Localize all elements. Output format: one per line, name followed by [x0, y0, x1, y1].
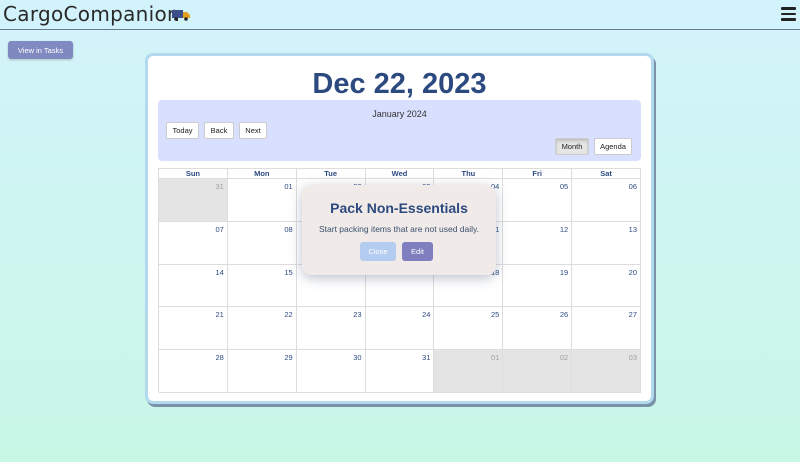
weekday-label: Fri [503, 169, 573, 179]
edit-button[interactable]: Edit [402, 242, 433, 261]
weekday-label: Sat [572, 169, 642, 179]
calendar-day[interactable]: 31 [159, 179, 228, 222]
calendar-toolbar: January 2024 Today Back Next Month Agend… [158, 100, 641, 161]
event-popup: Pack Non-Essentials Start packing items … [302, 185, 496, 275]
calendar-day[interactable]: 27 [572, 307, 642, 351]
calendar-day[interactable]: 01 [227, 179, 297, 222]
selected-date-title: Dec 22, 2023 [312, 68, 487, 100]
calendar-day[interactable]: 25 [434, 307, 504, 351]
view-in-tasks-button[interactable]: View in Tasks [8, 41, 73, 59]
calendar-day[interactable]: 13 [572, 221, 642, 265]
app-header: CargoCompanion [0, 0, 800, 30]
truck-icon [172, 10, 190, 21]
calendar-day[interactable]: 01 [434, 350, 504, 393]
calendar-day[interactable]: 21 [159, 307, 228, 351]
calendar-day[interactable]: 14 [159, 264, 228, 308]
calendar-day[interactable]: 31 [365, 350, 435, 393]
agenda-view-button[interactable]: Agenda [594, 138, 632, 155]
next-button[interactable]: Next [239, 122, 267, 139]
calendar-day[interactable]: 05 [503, 179, 573, 222]
weekday-label: Wed [365, 169, 435, 179]
hamburger-menu-icon[interactable] [781, 7, 796, 21]
weekday-label: Mon [227, 169, 297, 179]
close-button[interactable]: Close [360, 242, 396, 261]
weekday-header: Sun Mon Tue Wed Thu Fri Sat [159, 169, 642, 179]
weekday-label: Tue [296, 169, 366, 179]
calendar-day[interactable]: 30 [296, 350, 366, 393]
today-button[interactable]: Today [166, 122, 199, 139]
weekday-label: Thu [434, 169, 504, 179]
calendar-day[interactable]: 06 [572, 179, 642, 222]
month-view-button[interactable]: Month [555, 138, 589, 155]
app-title: CargoCompanion [3, 2, 181, 26]
calendar-day[interactable]: 02 [503, 350, 573, 393]
calendar-day[interactable]: 28 [159, 350, 228, 393]
calendar-day[interactable]: 03 [572, 350, 642, 393]
event-title: Pack Non-Essentials [330, 200, 468, 216]
calendar-week: 21 22 23 24 25 26 27 [159, 307, 642, 351]
month-label: January 2024 [372, 109, 427, 119]
event-description: Start packing items that are not used da… [318, 224, 479, 234]
calendar-day[interactable]: 26 [503, 307, 573, 351]
calendar-day[interactable]: 22 [227, 307, 297, 351]
calendar-day[interactable]: 12 [503, 221, 573, 265]
back-button[interactable]: Back [204, 122, 234, 139]
calendar-day[interactable]: 15 [227, 264, 297, 308]
calendar-day[interactable]: 23 [296, 307, 366, 351]
calendar-day[interactable]: 24 [365, 307, 435, 351]
calendar-day[interactable]: 29 [227, 350, 297, 393]
calendar-week: 28 29 30 31 01 02 03 [159, 350, 642, 393]
weekday-label: Sun [159, 169, 228, 179]
calendar-day[interactable]: 19 [503, 264, 573, 308]
calendar-day[interactable]: 08 [227, 221, 297, 265]
calendar-day[interactable]: 07 [159, 221, 228, 265]
calendar-day[interactable]: 20 [572, 264, 642, 308]
